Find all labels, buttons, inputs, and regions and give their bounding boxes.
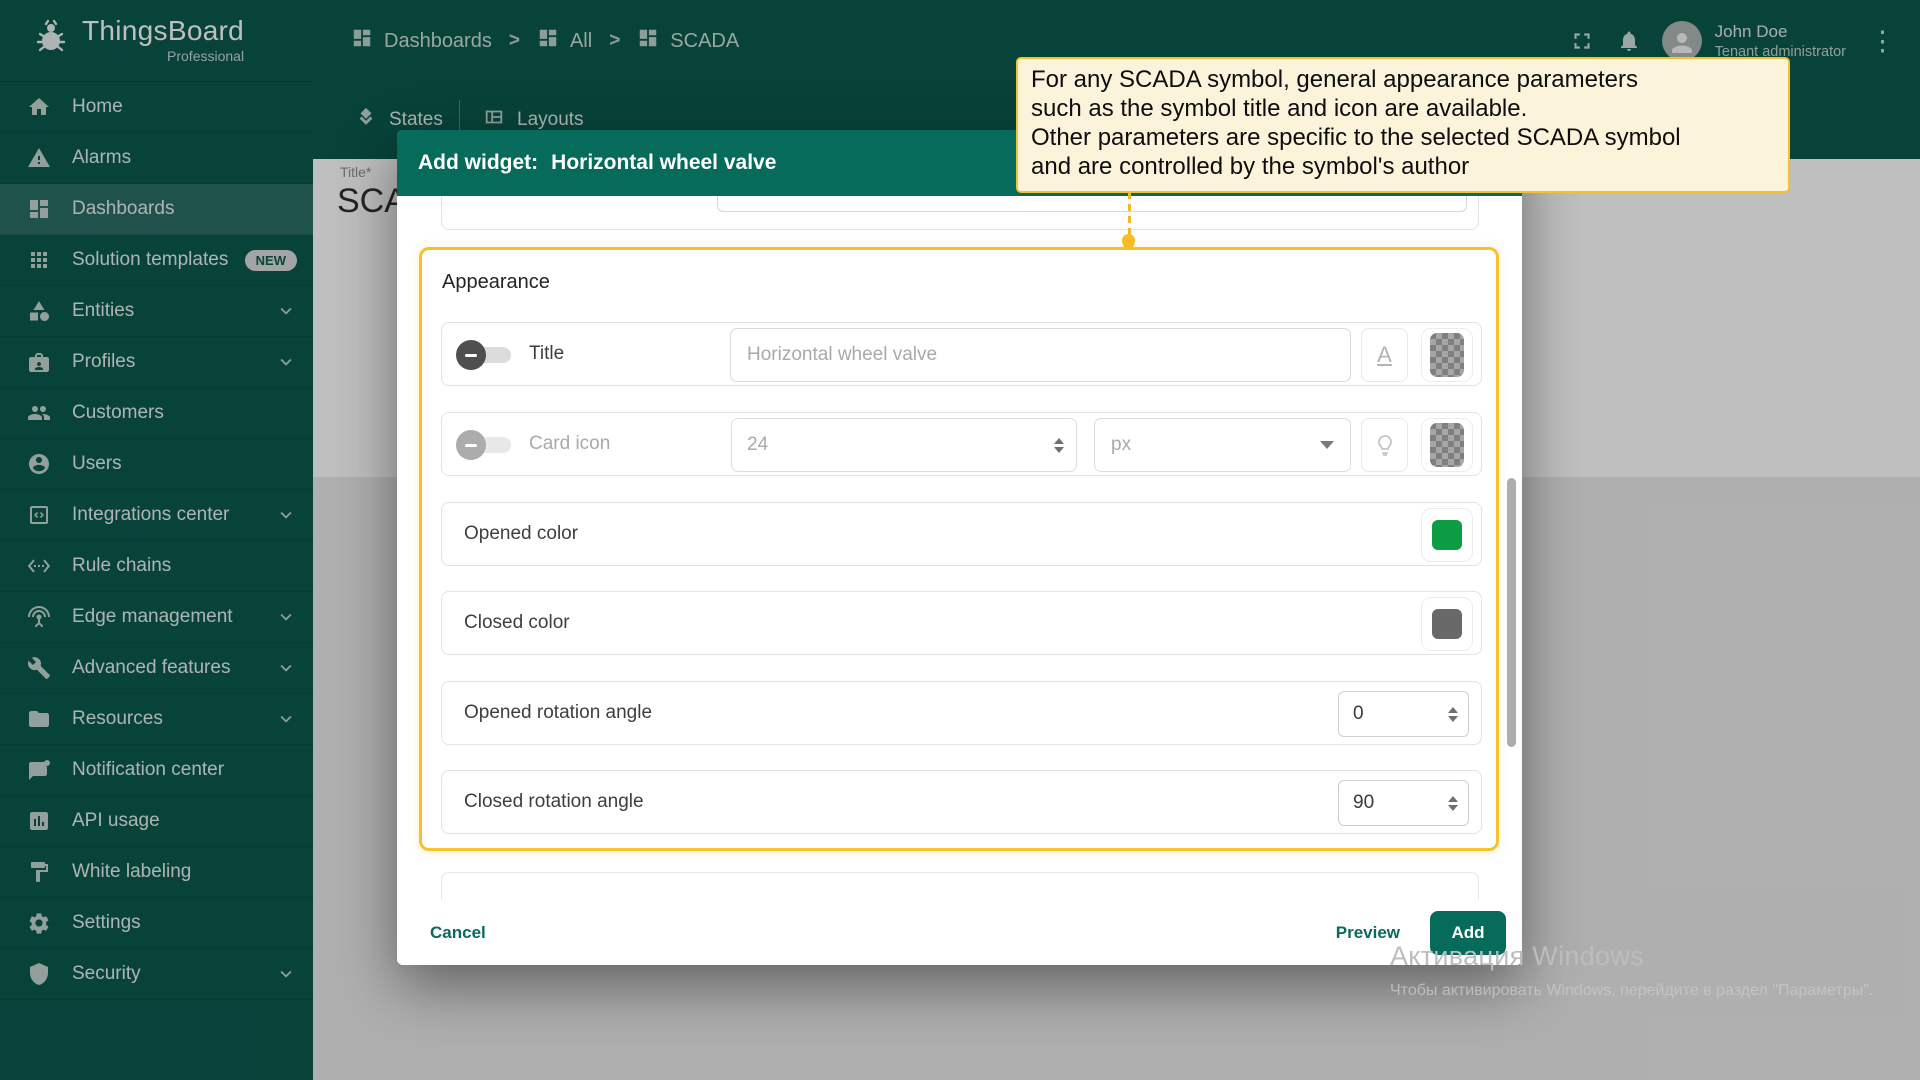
dialog-body: Appearance Title A Card icon xyxy=(397,196,1522,900)
tooltip-connector-line xyxy=(1128,192,1131,238)
appearance-section: Appearance Title A Card icon xyxy=(419,247,1499,851)
dialog-title-prefix: Add widget: xyxy=(418,151,538,175)
card-icon-toggle[interactable] xyxy=(456,429,516,461)
section-title: Appearance xyxy=(442,271,550,294)
add-button[interactable]: Add xyxy=(1430,911,1506,955)
closed-rotation-input[interactable] xyxy=(1353,792,1448,814)
previous-field-partial xyxy=(717,196,1467,212)
opened-color-swatch-button[interactable] xyxy=(1421,508,1473,562)
tooltip-line: Other parameters are specific to the sel… xyxy=(1031,123,1775,152)
add-widget-dialog: Add widget: Horizontal wheel valve Appea… xyxy=(397,130,1522,965)
icon-picker-button xyxy=(1361,418,1408,472)
title-label: Title xyxy=(529,343,564,365)
closed-rotation-row: Closed rotation angle xyxy=(441,770,1482,834)
card-icon-row: Card icon px xyxy=(441,412,1482,476)
tooltip-line: such as the symbol title and icon are av… xyxy=(1031,94,1775,123)
unit-value: px xyxy=(1111,434,1320,456)
closed-color-label: Closed color xyxy=(464,612,570,634)
transparent-color-checker xyxy=(1430,333,1464,377)
icon-size-input-wrap xyxy=(731,418,1077,472)
closed-rotation-stepper[interactable] xyxy=(1448,796,1458,811)
transparent-color-checker xyxy=(1430,423,1464,467)
cancel-button[interactable]: Cancel xyxy=(430,923,486,943)
icon-size-stepper xyxy=(1054,438,1064,453)
closed-rotation-label: Closed rotation angle xyxy=(464,791,644,813)
tooltip-line: and are controlled by the symbol's autho… xyxy=(1031,152,1775,181)
closed-color-swatch-button[interactable] xyxy=(1421,597,1473,651)
dropdown-arrow-icon xyxy=(1320,441,1334,449)
icon-size-unit-select: px xyxy=(1094,418,1351,472)
font-settings-label: A xyxy=(1377,342,1392,368)
title-color-button[interactable] xyxy=(1421,328,1473,382)
preview-button[interactable]: Preview xyxy=(1336,923,1400,943)
tooltip-line: For any SCADA symbol, general appearance… xyxy=(1031,65,1775,94)
opened-color-row: Opened color xyxy=(441,502,1482,566)
title-toggle[interactable] xyxy=(456,339,516,371)
screen: ThingsBoard Professional Home Alarms Das… xyxy=(0,0,1920,1080)
help-tooltip: For any SCADA symbol, general appearance… xyxy=(1016,57,1790,193)
dialog-scrollbar[interactable] xyxy=(1507,478,1516,747)
opened-rotation-label: Opened rotation angle xyxy=(464,702,652,724)
font-settings-button[interactable]: A xyxy=(1361,328,1408,382)
closed-color-row: Closed color xyxy=(441,591,1482,655)
opened-rotation-input-wrap xyxy=(1338,691,1469,737)
dialog-footer: Cancel Preview Add xyxy=(397,900,1522,965)
icon-size-input xyxy=(747,434,1054,456)
title-row: Title A xyxy=(441,322,1482,386)
opened-rotation-stepper[interactable] xyxy=(1448,707,1458,722)
opened-color-label: Opened color xyxy=(464,523,578,545)
title-input[interactable] xyxy=(730,328,1351,382)
closed-color-chip xyxy=(1432,609,1462,639)
opened-rotation-input[interactable] xyxy=(1353,703,1448,725)
next-section-card-partial xyxy=(441,872,1479,900)
opened-rotation-row: Opened rotation angle xyxy=(441,681,1482,745)
dialog-widget-name: Horizontal wheel valve xyxy=(551,151,776,175)
opened-color-chip xyxy=(1432,520,1462,550)
icon-color-button xyxy=(1421,418,1473,472)
closed-rotation-input-wrap xyxy=(1338,780,1469,826)
card-icon-label: Card icon xyxy=(529,433,610,455)
